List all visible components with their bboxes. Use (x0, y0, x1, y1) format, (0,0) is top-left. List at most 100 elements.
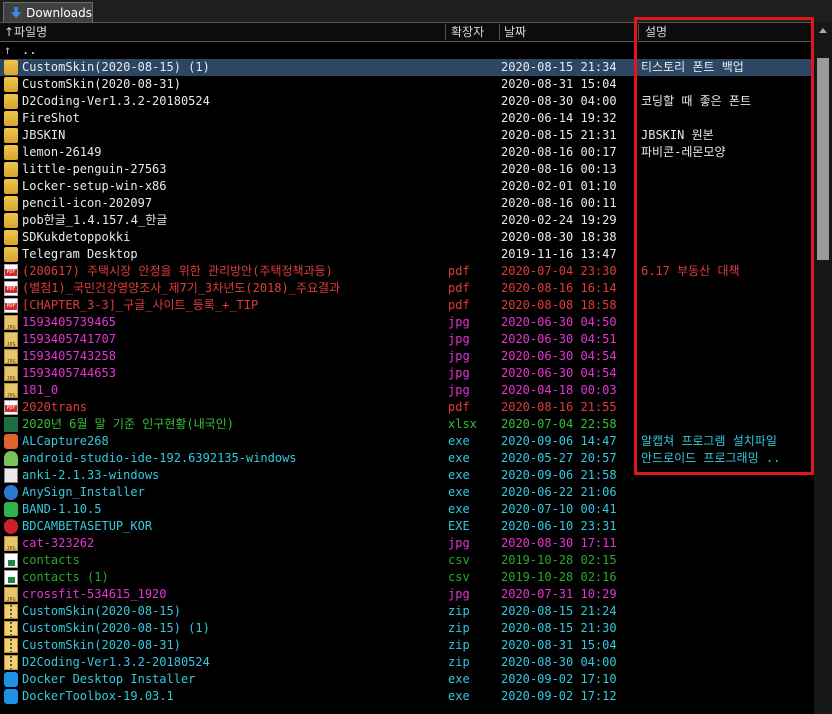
file-row[interactable]: cat-323262 jpg 2020-08-30 17:11 (0, 535, 813, 558)
file-name: 2020년 6월 말 기준 인구현황(내국인) (22, 417, 234, 431)
file-name: crossfit-534615_1920 (22, 587, 167, 601)
file-row[interactable]: pencil-icon-202097 2020-08-16 00:11 (0, 195, 813, 212)
file-row[interactable]: CustomSkin(2020-08-15) (1) 2020-08-15 21:… (0, 59, 813, 76)
file-row[interactable]: android-studio-ide-192.6392135-windows ex… (0, 450, 813, 467)
file-row[interactable]: contacts csv 2019-10-28 02:15 (0, 552, 813, 569)
file-date: 2020-06-30 04:54 (501, 366, 617, 380)
file-date: 2020-09-06 14:47 (501, 434, 617, 448)
jpg-icon (4, 383, 18, 405)
red-icon (4, 519, 18, 534)
exe-icon (4, 468, 18, 483)
file-extension: exe (448, 434, 470, 448)
android-icon (4, 451, 18, 466)
file-extension: zip (448, 621, 470, 635)
file-extension: jpg (448, 383, 470, 397)
file-date: 2020-08-30 04:00 (501, 655, 617, 669)
jpg-icon (4, 332, 18, 354)
file-row[interactable]: 1593405743258 jpg 2020-06-30 04:54 (0, 348, 813, 371)
file-row[interactable]: Docker Desktop Installer exe 2020-09-02 17… (0, 671, 813, 688)
file-row[interactable]: BAND-1.10.5 exe 2020-07-10 00:41 (0, 501, 813, 518)
file-row[interactable]: Telegram Desktop 2019-11-16 13:47 (0, 246, 813, 263)
file-row[interactable]: DockerToolbox-19.03.1 exe 2020-09-02 17:12 (0, 688, 813, 705)
column-date[interactable]: 날짜 (504, 23, 526, 41)
file-row[interactable]: JBSKIN 2020-08-15 21:31 JBSKIN 원본 (0, 127, 813, 144)
file-row[interactable]: CustomSkin(2020-08-31) zip 2020-08-31 15:0… (0, 637, 813, 654)
file-name: D2Coding-Ver1.3.2-20180524 (22, 94, 210, 108)
tab-downloads[interactable]: Downloads (3, 2, 93, 22)
file-row[interactable]: little-penguin-27563 2020-08-16 00:13 (0, 161, 813, 178)
file-row[interactable]: contacts (1) csv 2019-10-28 02:16 (0, 569, 813, 586)
vertical-scrollbar[interactable] (814, 22, 832, 714)
scrollbar-thumb[interactable] (817, 58, 829, 260)
file-name: (200617) 주택시장 안정을 위한 관리방안(주택정책과등) (22, 264, 333, 278)
file-row[interactable]: CustomSkin(2020-08-15) zip 2020-08-15 21:2… (0, 603, 813, 620)
xlsx-icon (4, 417, 18, 432)
file-row[interactable]: (200617) 주택시장 안정을 위한 관리방안(주택정책과등) pdf 2020… (0, 263, 813, 280)
file-row[interactable]: lemon-26149 2020-08-16 00:17 파비콘-레몬모양 (0, 144, 813, 161)
file-date: 2020-07-10 00:41 (501, 502, 617, 516)
sort-arrow-icon: ↑ (4, 25, 15, 39)
file-row[interactable]: CustomSkin(2020-08-15) (1) zip 2020-08-15 … (0, 620, 813, 637)
file-extension: csv (448, 570, 470, 584)
file-row[interactable]: crossfit-534615_1920 jpg 2020-07-31 10:29 (0, 586, 813, 609)
parent-directory-row[interactable]: ↑.. (0, 42, 813, 59)
file-date: 2020-08-08 18:58 (501, 298, 617, 312)
file-extension: jpg (448, 349, 470, 363)
file-row[interactable]: anki-2.1.33-windows exe 2020-09-06 21:58 (0, 467, 813, 484)
file-extension: zip (448, 638, 470, 652)
file-row[interactable]: (별첨1)_국민건강영양조사_제7기_3차년도(2018)_주요결과 pdf 202… (0, 280, 813, 297)
column-name[interactable]: 파일명 (14, 23, 47, 41)
file-name: SDKukdetoppokki (22, 230, 131, 244)
file-row[interactable]: SDKukdetoppokki 2020-08-30 18:38 (0, 229, 813, 246)
file-row[interactable]: 181_0 jpg 2020-04-18 00:03 (0, 382, 813, 405)
file-extension: exe (448, 485, 470, 499)
file-row[interactable]: FireShot 2020-06-14 19:32 (0, 110, 813, 127)
file-row[interactable]: pob한글_1.4.157.4_한글 2020-02-24 19:29 (0, 212, 813, 229)
zip-icon (4, 621, 18, 636)
folder-icon (4, 77, 18, 92)
file-description: JBSKIN 원본 (641, 128, 714, 142)
column-divider[interactable] (445, 24, 446, 40)
green-icon (4, 502, 18, 517)
jpg-icon (4, 366, 18, 388)
file-row[interactable]: [CHAPTER_3-3]_구글_사이트_등록_+_TIP pdf 2020-08-… (0, 297, 813, 314)
file-row[interactable]: ALCapture268 exe 2020-09-06 14:47 알캡쳐 프로그램 … (0, 433, 813, 450)
file-extension: jpg (448, 332, 470, 346)
folder-icon (4, 196, 18, 211)
column-desc[interactable]: 설명 (645, 23, 667, 41)
file-date: 2020-08-15 21:24 (501, 604, 617, 618)
file-date: 2020-08-15 21:34 (501, 60, 617, 74)
file-row[interactable]: 1593405741707 jpg 2020-06-30 04:51 (0, 331, 813, 354)
up-icon: ↑ (4, 43, 12, 57)
file-row[interactable]: 2020trans pdf 2020-08-16 21:55 (0, 399, 813, 416)
scroll-up-arrow-icon[interactable] (819, 28, 827, 33)
file-row[interactable]: CustomSkin(2020-08-31) 2020-08-31 15:04 (0, 76, 813, 93)
orange-icon (4, 434, 18, 449)
file-row[interactable]: D2Coding-Ver1.3.2-20180524 zip 2020-08-30 … (0, 654, 813, 671)
blue-icon (4, 485, 18, 500)
file-row[interactable]: AnySign_Installer exe 2020-06-22 21:06 (0, 484, 813, 501)
file-extension: pdf (448, 400, 470, 414)
file-name: ALCapture268 (22, 434, 109, 448)
file-description: 안드로이드 프로그래밍 .. (641, 451, 781, 465)
file-date: 2020-08-16 00:11 (501, 196, 617, 210)
file-row[interactable]: 2020년 6월 말 기준 인구현황(내국인) xlsx 2020-07-04 22… (0, 416, 813, 433)
file-date: 2020-02-01 01:10 (501, 179, 617, 193)
jpg-icon (4, 536, 18, 558)
file-name: .. (22, 43, 37, 57)
file-extension: csv (448, 553, 470, 567)
file-date: 2020-05-27 20:57 (501, 451, 617, 465)
file-row[interactable]: BDCAMBETASETUP_KOR EXE 2020-06-10 23:31 (0, 518, 813, 535)
file-name: Telegram Desktop (22, 247, 138, 261)
column-divider[interactable] (499, 24, 500, 40)
file-extension: jpg (448, 536, 470, 550)
file-row[interactable]: 1593405744653 jpg 2020-06-30 04:54 (0, 365, 813, 388)
column-ext[interactable]: 확장자 (451, 23, 484, 41)
column-divider[interactable] (638, 24, 639, 40)
file-row[interactable]: 1593405739465 jpg 2020-06-30 04:50 (0, 314, 813, 337)
file-list: ↑.. CustomSkin(2020-08-15) (1) 2020-08-15 … (0, 42, 813, 714)
file-row[interactable]: Locker-setup-win-x86 2020-02-01 01:10 (0, 178, 813, 195)
file-extension: jpg (448, 366, 470, 380)
file-row[interactable]: D2Coding-Ver1.3.2-20180524 2020-08-30 04:… (0, 93, 813, 110)
file-extension: EXE (448, 519, 470, 533)
